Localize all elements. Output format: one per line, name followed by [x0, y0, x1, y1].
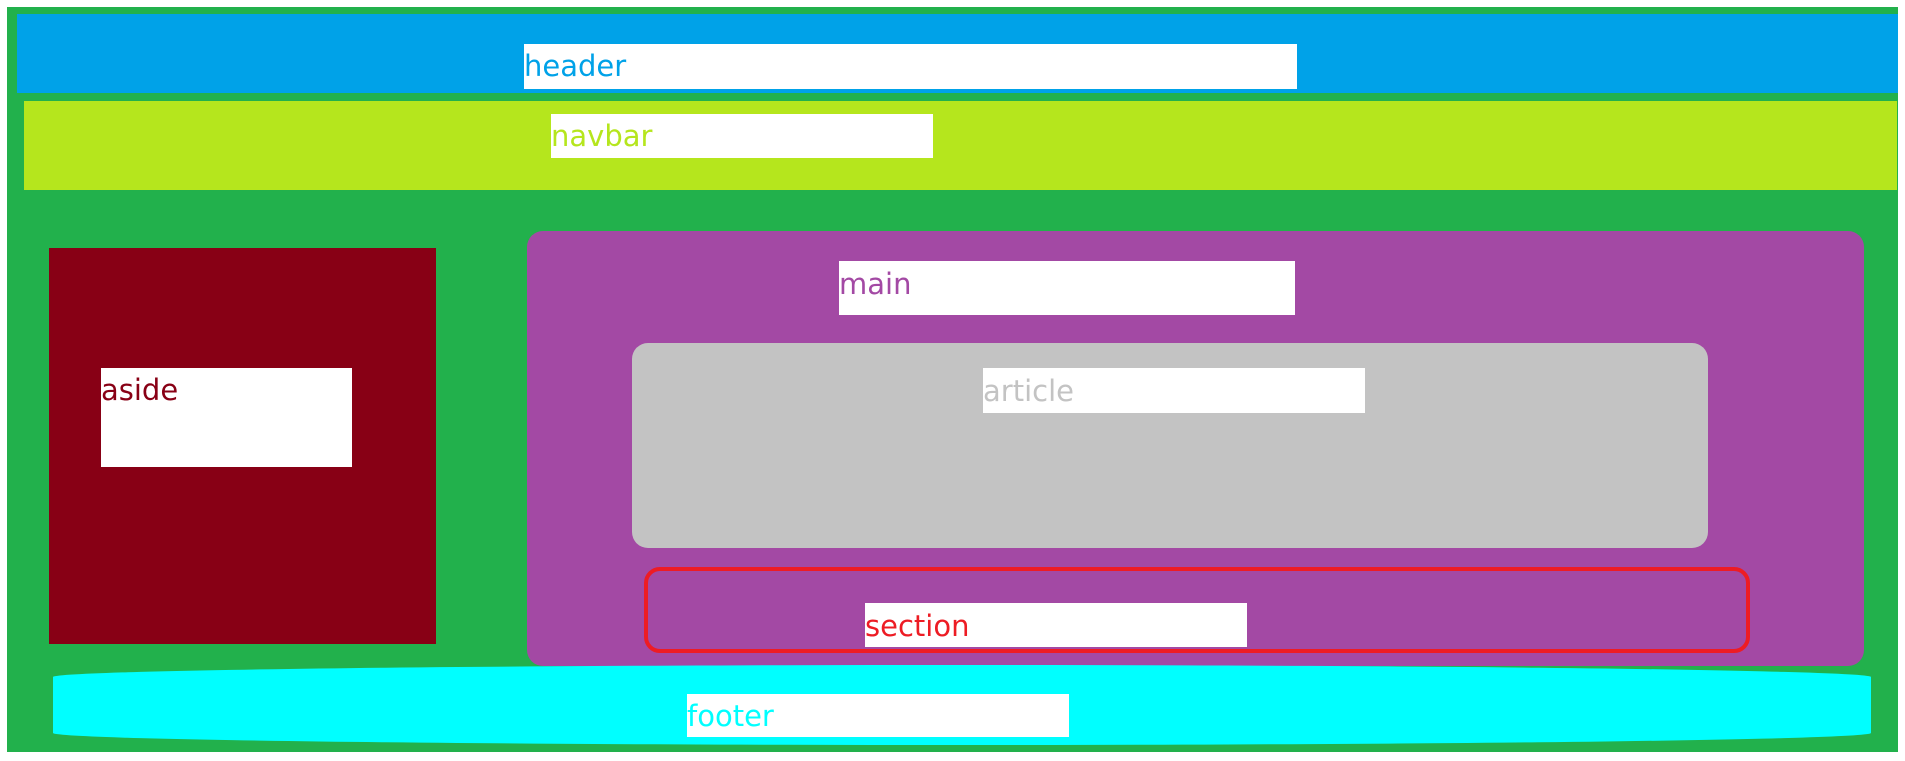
section-label: section: [865, 603, 1247, 647]
navbar-label: navbar: [551, 114, 933, 158]
navbar-region: navbar: [24, 101, 1897, 190]
section-region: section: [644, 567, 1750, 653]
aside-label: aside: [101, 368, 352, 467]
header-label: header: [524, 44, 1297, 89]
article-label: article: [983, 368, 1365, 413]
aside-region: aside: [49, 248, 436, 644]
footer-label: footer: [687, 694, 1069, 737]
page-layout-diagram: header navbar aside main article section…: [7, 7, 1898, 752]
main-label: main: [839, 261, 1295, 315]
header-region: header: [17, 14, 1898, 93]
article-region: article: [632, 343, 1708, 548]
main-region: main article section: [527, 231, 1864, 666]
footer-region: footer: [53, 665, 1871, 745]
